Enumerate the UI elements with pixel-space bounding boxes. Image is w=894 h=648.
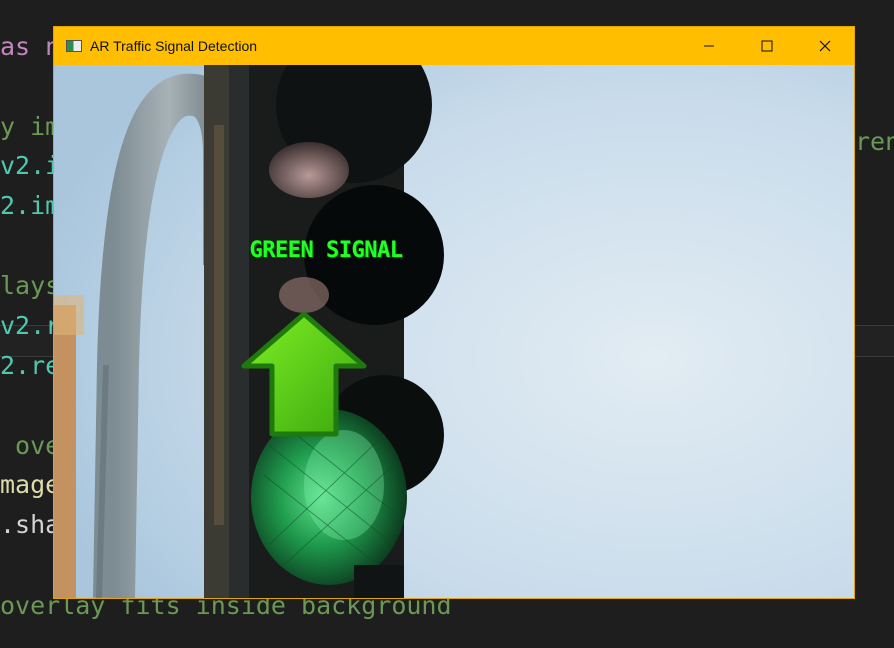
minimize-icon [704,45,714,47]
code-line: y im [0,112,61,141]
up-arrow-icon [241,311,367,437]
code-line: 2.im [0,191,61,220]
signal-status-label: GREEN SIGNAL [249,238,403,263]
app-window: AR Traffic Signal Detection GREEN SIGNAL [53,26,855,599]
minimize-button[interactable] [680,27,738,65]
code-line: v2.r [0,311,61,340]
code-line: .sha [0,510,61,539]
code-line: mage [0,470,61,499]
code-line: ove [0,431,61,460]
code-line: v2.i [0,151,61,180]
code-line: 2.re [0,351,61,380]
app-icon [66,40,82,52]
close-icon [819,40,831,52]
code-line: as n [0,32,61,61]
code-line: lays [0,271,61,300]
window-title: AR Traffic Signal Detection [90,38,258,54]
close-button[interactable] [796,27,854,65]
code-fragment-right: ren [855,127,894,156]
maximize-button[interactable] [738,27,796,65]
traffic-light-photo [54,65,854,598]
camera-view: GREEN SIGNAL [54,65,854,598]
title-bar[interactable]: AR Traffic Signal Detection [54,27,854,65]
maximize-icon [761,40,773,52]
